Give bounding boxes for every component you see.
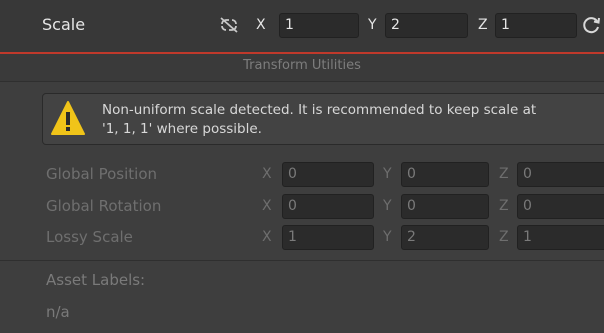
warning-icon — [51, 100, 85, 138]
global-rotation-z-axis-label: Z — [499, 198, 509, 214]
global-rotation-x-axis-label: X — [262, 198, 272, 214]
lossy-scale-x-axis-label: X — [262, 229, 272, 245]
scale-z-axis-label: Z — [478, 17, 488, 33]
global-rotation-x-field[interactable]: 0 — [282, 194, 374, 219]
global-rotation-y-axis-label: Y — [383, 198, 392, 214]
scale-y-axis-label: Y — [368, 17, 377, 33]
asset-labels-title: Asset Labels: — [46, 271, 146, 289]
global-rotation-y-field[interactable]: 0 — [401, 194, 489, 219]
global-position-label: Global Position — [46, 165, 158, 183]
global-position-z-field[interactable]: 0 — [517, 162, 604, 187]
global-position-x-field[interactable]: 0 — [282, 162, 374, 187]
transform-utilities-title: Transform Utilities — [243, 58, 361, 73]
global-position-y-axis-label: Y — [383, 166, 392, 182]
asset-labels-divider — [0, 260, 604, 261]
scale-label: Scale — [42, 15, 86, 34]
scale-row: Scale X 1 Y 2 Z 1 — [0, 0, 604, 52]
warning-text-line2: '1, 1, 1' where possible. — [102, 121, 262, 137]
lossy-scale-y-axis-label: Y — [383, 229, 392, 245]
scale-x-axis-label: X — [256, 17, 266, 33]
scale-x-field[interactable]: 1 — [279, 13, 359, 38]
scale-z-field[interactable]: 1 — [495, 13, 577, 38]
warning-text-line1: Non-uniform scale detected. It is recomm… — [102, 102, 537, 118]
global-position-z-axis-label: Z — [499, 166, 509, 182]
constrain-proportions-icon[interactable] — [218, 15, 240, 35]
warning-helpbox: Non-uniform scale detected. It is recomm… — [42, 93, 604, 145]
global-position-x-axis-label: X — [262, 166, 272, 182]
scale-y-field[interactable]: 2 — [385, 13, 468, 38]
global-rotation-label: Global Rotation — [46, 197, 162, 215]
transform-utilities-header: Transform Utilities — [0, 54, 604, 82]
lossy-scale-label: Lossy Scale — [46, 228, 133, 246]
global-rotation-z-field[interactable]: 0 — [517, 194, 604, 219]
lossy-scale-x-field[interactable]: 1 — [282, 225, 374, 250]
lossy-scale-z-axis-label: Z — [499, 229, 509, 245]
lossy-scale-y-field[interactable]: 2 — [401, 225, 489, 250]
global-position-y-field[interactable]: 0 — [401, 162, 489, 187]
asset-labels-value: n/a — [46, 303, 70, 321]
reset-icon[interactable] — [582, 15, 602, 35]
lossy-scale-z-field[interactable]: 1 — [517, 225, 604, 250]
